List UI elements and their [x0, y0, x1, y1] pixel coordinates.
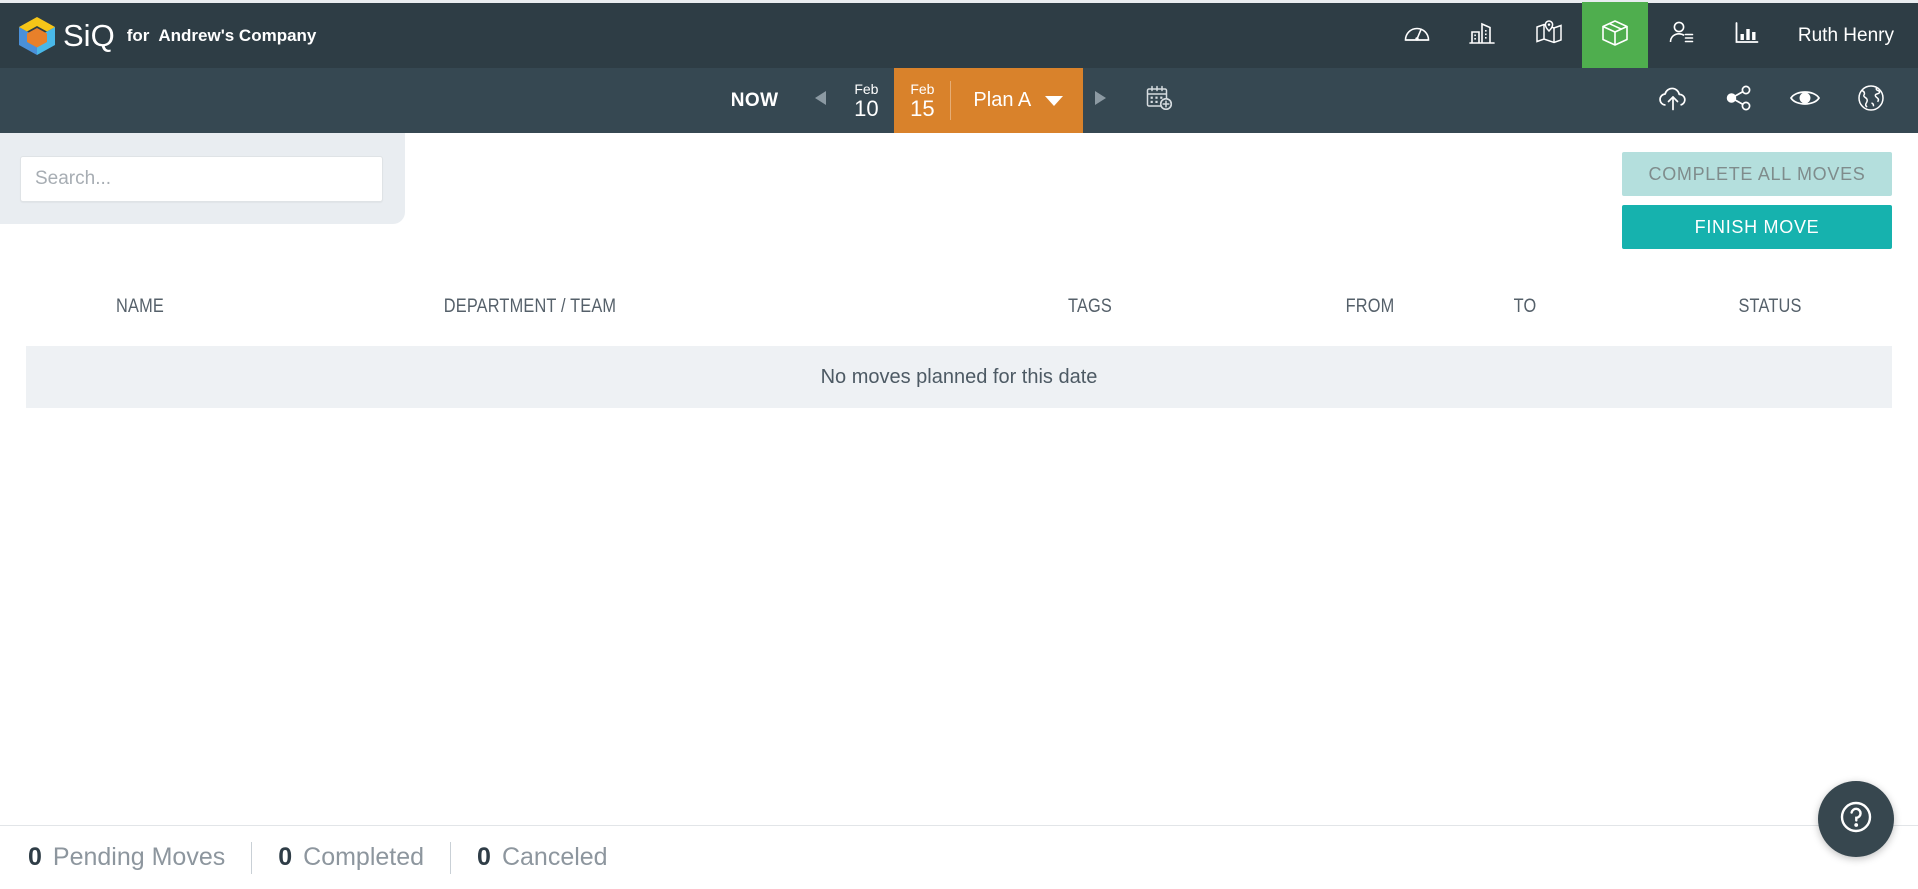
publish-button[interactable] [1640, 68, 1706, 133]
cloud-upload-icon [1657, 83, 1689, 118]
plan-selector[interactable]: Plan A [951, 68, 1083, 133]
date-day: 15 [910, 95, 935, 121]
date-navigator: NOW Feb 10 Feb 15 Plan A [0, 68, 1918, 133]
nav-item-moves[interactable] [1581, 1, 1648, 70]
nav-item-buildings[interactable] [1450, 2, 1516, 70]
now-label[interactable]: NOW [731, 68, 805, 133]
active-plan-group: Feb 15 Plan A [894, 68, 1084, 133]
column-header-from[interactable]: FROM [1301, 296, 1439, 318]
date-month: Feb [910, 80, 935, 97]
buildings-icon [1468, 18, 1498, 53]
stat-label: Pending Moves [52, 843, 226, 871]
nav-item-floorplan[interactable] [1516, 2, 1582, 70]
siq-cube-logo [16, 15, 58, 57]
eye-icon [1789, 86, 1821, 115]
gauge-icon [1402, 18, 1432, 53]
calendar-add-icon [1144, 83, 1174, 118]
top-navigation: Ruth Henry [1384, 1, 1918, 70]
empty-state-message: No moves planned for this date [820, 365, 1098, 388]
app-root: SiQ for Andrew's Company Ruth Henry NOW … [0, 0, 1918, 889]
bar-chart-icon [1732, 18, 1762, 53]
prev-date-button[interactable] [804, 68, 838, 133]
move-actions: COMPLETE ALL MOVES FINISH MOVE [1622, 152, 1892, 249]
chevron-down-icon [1045, 95, 1064, 106]
user-name: Ruth Henry [1797, 24, 1894, 46]
nav-item-dashboard[interactable] [1384, 2, 1450, 70]
complete-all-moves-button[interactable]: COMPLETE ALL MOVES [1622, 152, 1892, 196]
triangle-left-icon [813, 88, 829, 113]
stat-completed: 0 Completed [252, 843, 450, 872]
stat-count: 0 [477, 843, 491, 871]
nav-item-people[interactable] [1648, 2, 1714, 70]
stat-label: Completed [303, 843, 425, 871]
status-bar: 0 Pending Moves 0 Completed 0 Canceled [0, 825, 1918, 889]
next-date-button[interactable] [1083, 68, 1117, 133]
column-header-to[interactable]: TO [1473, 296, 1576, 318]
brand[interactable]: SiQ for Andrew's Company [0, 3, 316, 68]
nav-item-reports[interactable] [1714, 2, 1780, 70]
plan-label: Plan A [973, 89, 1032, 111]
search-panel [0, 133, 405, 224]
person-list-icon [1666, 18, 1696, 53]
top-header-bar: SiQ for Andrew's Company Ruth Henry [0, 0, 1918, 70]
moves-table-header: NAME DEPARTMENT / TEAM TAGS FROM TO STAT… [0, 288, 1918, 326]
toolbar-actions [1640, 68, 1904, 133]
add-plan-date-button[interactable] [1131, 68, 1187, 133]
stat-count: 0 [28, 843, 42, 871]
map-pin-icon [1534, 18, 1564, 53]
brand-company-name: Andrew's Company [158, 25, 317, 45]
stat-canceled: 0 Canceled [451, 843, 634, 872]
column-header-status[interactable]: STATUS [1693, 296, 1848, 318]
stat-label: Canceled [501, 843, 608, 871]
date-plan-toolbar: NOW Feb 10 Feb 15 Plan A [0, 68, 1918, 133]
share-icon [1725, 84, 1753, 117]
question-mark-icon [1834, 795, 1878, 844]
globe-button[interactable] [1838, 68, 1904, 133]
globe-icon [1856, 83, 1886, 118]
user-menu[interactable]: Ruth Henry [1780, 2, 1918, 70]
view-button[interactable] [1772, 68, 1838, 133]
table-empty-state: No moves planned for this date [26, 346, 1892, 408]
date-chip-current[interactable]: Feb 15 [894, 68, 950, 133]
brand-wordmark: SiQ [63, 18, 115, 53]
brand-for-label: for [126, 25, 150, 45]
help-button[interactable] [1818, 781, 1894, 857]
column-header-tags[interactable]: TAGS [1021, 296, 1159, 318]
search-input[interactable] [20, 155, 383, 202]
stat-count: 0 [278, 843, 293, 871]
stat-pending-moves: 0 Pending Moves [28, 843, 251, 872]
column-header-dept[interactable]: DEPARTMENT / TEAM [410, 296, 651, 318]
box-icon [1599, 17, 1631, 54]
share-button[interactable] [1706, 68, 1772, 133]
date-month: Feb [854, 80, 879, 97]
triangle-right-icon [1092, 88, 1108, 113]
finish-move-button[interactable]: FINISH MOVE [1622, 205, 1892, 249]
date-day: 10 [854, 95, 879, 121]
date-chip-previous[interactable]: Feb 10 [838, 68, 894, 133]
column-header-name[interactable]: NAME [71, 296, 209, 318]
